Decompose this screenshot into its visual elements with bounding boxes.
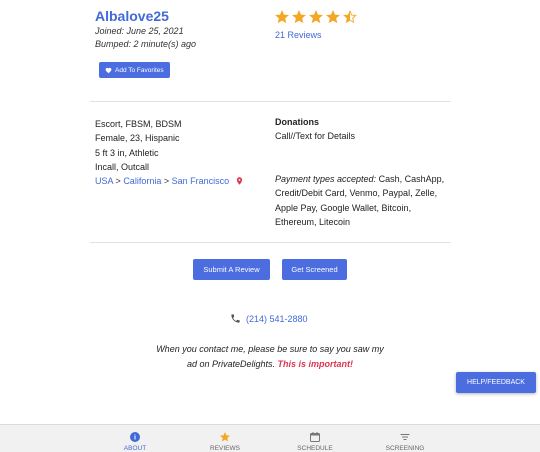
nav-about[interactable]: ABOUT (100, 425, 170, 452)
contact-message: When you contact me, please be sure to s… (150, 342, 390, 371)
info-icon (130, 432, 140, 442)
reviews-link[interactable]: 21 Reviews (275, 30, 322, 40)
profile-name[interactable]: Albalove25 (95, 8, 169, 24)
nav-schedule[interactable]: SCHEDULE (280, 425, 350, 452)
get-screened-button[interactable]: Get Screened (282, 259, 347, 280)
nav-screening[interactable]: SCREENING (370, 425, 440, 452)
star-full-icon (275, 10, 289, 24)
body-line: 5 ft 3 in, Athletic (95, 147, 159, 158)
add-to-favorites-button[interactable]: Add To Favorites (99, 62, 170, 78)
bottom-nav: ABOUT REVIEWS SCHEDULE SCREENING (0, 424, 540, 452)
donations-title: Donations (275, 117, 319, 127)
divider (90, 242, 451, 243)
star-full-icon (309, 10, 323, 24)
bumped-time: Bumped: 2 minute(s) ago (95, 39, 197, 49)
add-to-favorites-label: Add To Favorites (115, 66, 164, 74)
location-separator: > (163, 176, 170, 187)
call-type-line: Incall, Outcall (95, 161, 150, 172)
demographics-line: Female, 23, Hispanic (95, 133, 180, 144)
phone-icon (231, 314, 240, 323)
heart-icon (105, 67, 112, 73)
star-full-icon (292, 10, 306, 24)
location-separator: > (115, 176, 121, 187)
star-half-icon (343, 10, 357, 24)
services-line: Escort, FBSM, BDSM (95, 119, 182, 129)
phone-contact: (214) 541-2880 (230, 313, 308, 324)
nav-reviews-label: REVIEWS (210, 445, 240, 452)
location-breadcrumb: USA > California > San Francisco (95, 174, 244, 188)
location-country-link[interactable]: USA (95, 176, 113, 186)
rating-stars (275, 10, 357, 24)
location-city-link[interactable]: San Francisco (172, 176, 230, 186)
star-icon (220, 432, 230, 442)
nav-screening-label: SCREENING (385, 445, 425, 452)
calendar-icon (310, 432, 320, 442)
nav-about-label: ABOUT (123, 445, 147, 452)
submit-review-button[interactable]: Submit A Review (193, 259, 270, 280)
payment-types: Payment types accepted: Cash, CashApp, C… (275, 172, 455, 229)
payment-types-label: Payment types accepted: (275, 174, 377, 184)
joined-date: Joined: June 25, 2021 (95, 26, 184, 36)
location-state-link[interactable]: California (123, 176, 161, 186)
filter-icon (400, 434, 410, 440)
divider (90, 101, 451, 102)
star-full-icon (326, 10, 340, 24)
nav-reviews[interactable]: REVIEWS (190, 425, 260, 452)
donations-text: Call//Text for Details (275, 131, 356, 141)
profile-details: Escort, FBSM, BDSM Female, 23, Hispanic … (95, 117, 244, 188)
help-feedback-button[interactable]: HELP/FEEDBACK (456, 372, 536, 393)
map-pin-icon[interactable] (235, 176, 244, 186)
important-note: This is important! (277, 358, 354, 369)
nav-schedule-label: SCHEDULE (297, 445, 333, 452)
phone-number-link[interactable]: (214) 541-2880 (246, 314, 308, 324)
